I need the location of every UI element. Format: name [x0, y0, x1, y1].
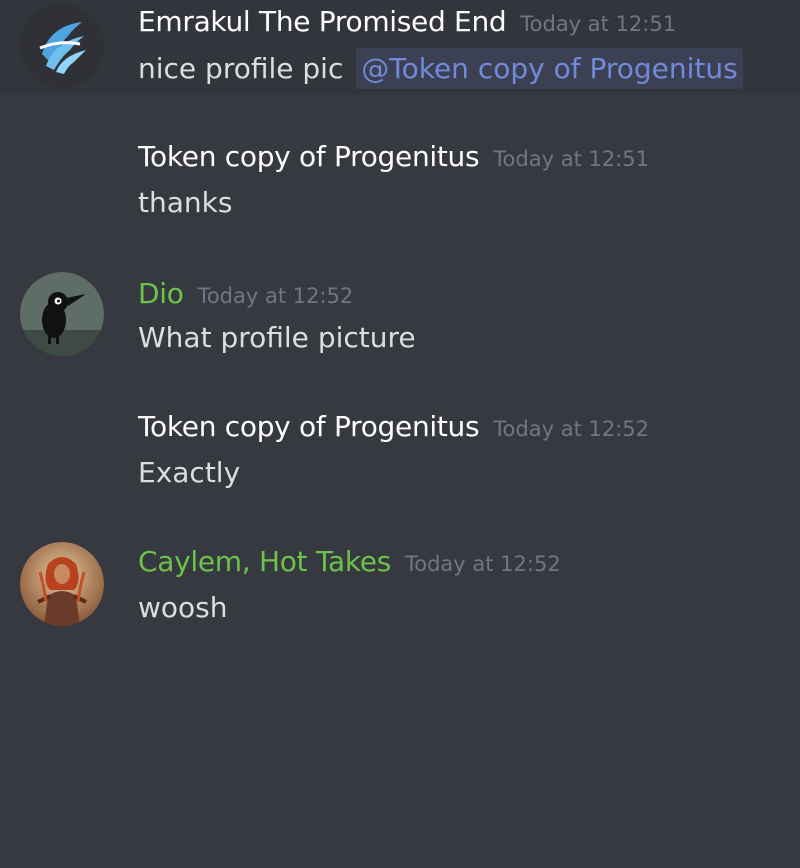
username[interactable]: Emrakul The Promised End	[138, 5, 507, 38]
message-content: nice profile pic @Token copy of Progenit…	[138, 48, 743, 89]
username[interactable]: Caylem, Hot Takes	[138, 545, 391, 578]
username[interactable]: Token copy of Progenitus	[138, 140, 480, 173]
message-item[interactable]: Emrakul The Promised End Today at 12:51 n…	[0, 0, 800, 94]
message-text: thanks	[138, 186, 233, 219]
timestamp: Today at 12:51	[520, 12, 677, 36]
message-header: Caylem, Hot Takes Today at 12:52	[138, 548, 561, 576]
message-header: Token copy of Progenitus Today at 12:52	[138, 413, 649, 441]
message-header: Dio Today at 12:52	[138, 280, 353, 308]
username[interactable]: Token copy of Progenitus	[138, 410, 480, 443]
chat-message-list: Emrakul The Promised End Today at 12:51 n…	[0, 0, 800, 868]
timestamp: Today at 12:51	[493, 147, 650, 171]
message-text: nice profile pic	[138, 52, 344, 85]
crow-avatar-icon[interactable]	[20, 272, 104, 356]
message-content: Exactly	[138, 459, 240, 487]
message-item[interactable]: Dio Today at 12:52 What profile picture	[0, 270, 800, 360]
message-item[interactable]: Caylem, Hot Takes Today at 12:52 woosh	[0, 540, 800, 630]
message-text: Exactly	[138, 456, 241, 489]
message-content: woosh	[138, 594, 228, 622]
warrior-avatar-icon[interactable]	[20, 542, 104, 626]
timestamp: Today at 12:52	[197, 284, 354, 308]
message-item[interactable]: Token copy of Progenitus Today at 12:52 E…	[0, 405, 800, 495]
message-header: Token copy of Progenitus Today at 12:51	[138, 143, 649, 171]
message-item[interactable]: Token copy of Progenitus Today at 12:51 t…	[0, 135, 800, 225]
message-content: What profile picture	[138, 324, 416, 352]
user-mention[interactable]: @Token copy of Progenitus	[356, 48, 743, 89]
timestamp: Today at 12:52	[493, 417, 650, 441]
username[interactable]: Dio	[138, 277, 184, 310]
message-header: Emrakul The Promised End Today at 12:51	[138, 8, 676, 36]
emrakul-avatar-icon[interactable]	[20, 4, 104, 88]
message-content: thanks	[138, 189, 232, 217]
message-text: What profile picture	[138, 321, 416, 354]
timestamp: Today at 12:52	[404, 552, 561, 576]
message-text: woosh	[138, 591, 228, 624]
